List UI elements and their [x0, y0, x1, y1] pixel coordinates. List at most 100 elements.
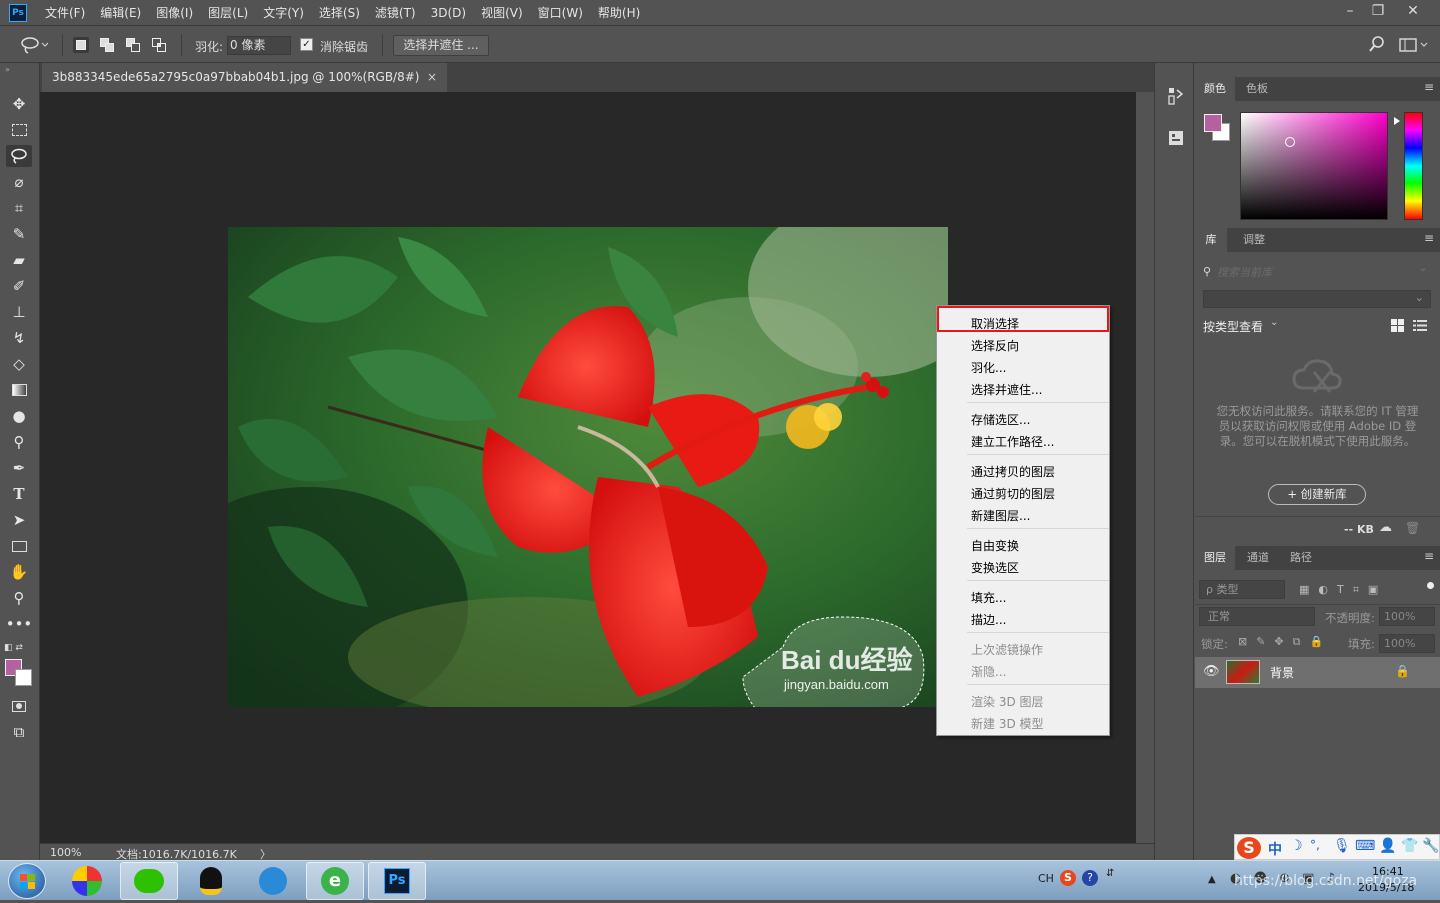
layer-filter-icons[interactable]: ▦◐T⌗▣: [1299, 583, 1387, 597]
more-tools-icon[interactable]: •••: [6, 613, 33, 635]
eraser-tool-icon[interactable]: ◇: [6, 353, 32, 375]
chevron-down-icon[interactable]: ⌄: [1419, 263, 1427, 274]
menu-item-free-transform[interactable]: 自由变换: [971, 537, 1019, 554]
view-by-type-label[interactable]: 按类型查看: [1203, 318, 1263, 335]
menu-item-make-work-path[interactable]: 建立工作路径...: [971, 433, 1054, 450]
intersect-selection-icon[interactable]: [151, 37, 167, 53]
marquee-tool-icon[interactable]: [6, 119, 32, 141]
cloud-sync-icon[interactable]: ☁: [1379, 520, 1392, 535]
qq-icon[interactable]: [182, 862, 240, 900]
menu-item-new-layer[interactable]: 新建图层...: [971, 507, 1030, 524]
layer-row[interactable]: 👁 背景 🔒: [1195, 657, 1440, 688]
menu-help[interactable]: 帮助(H): [598, 4, 640, 21]
language-indicator[interactable]: CH: [1038, 872, 1054, 885]
add-selection-icon[interactable]: [99, 37, 115, 53]
chevron-down-icon[interactable]: ⌄: [1270, 317, 1278, 328]
layer-filter-dropdown[interactable]: ρ 类型: [1199, 580, 1285, 599]
default-colors-icon[interactable]: ◧ ⇄: [4, 643, 23, 653]
tab-channels[interactable]: 通道: [1237, 546, 1279, 570]
wechat-icon[interactable]: [120, 862, 178, 900]
restore-icon[interactable]: ❐: [1361, 0, 1395, 22]
ime-punct-icon[interactable]: °,: [1310, 838, 1320, 852]
tab-adjustments[interactable]: 调整: [1233, 228, 1275, 252]
lock-icon[interactable]: 🔒: [1395, 664, 1410, 678]
menu-select[interactable]: 选择(S): [319, 4, 360, 21]
show-hidden-icons[interactable]: ▲: [1208, 874, 1216, 885]
screen-mode-icon[interactable]: ⧉: [6, 721, 32, 743]
quick-mask-icon[interactable]: [6, 695, 32, 717]
clone-stamp-tool-icon[interactable]: ⊥: [6, 301, 32, 323]
tab-layers[interactable]: 图层: [1195, 546, 1235, 570]
new-selection-icon[interactable]: [73, 37, 89, 53]
antialias-checkbox[interactable]: ✓: [300, 38, 313, 51]
keyboard-icon[interactable]: ⌨: [1355, 838, 1375, 854]
tab-paths[interactable]: 路径: [1281, 546, 1321, 570]
tab-swatches[interactable]: 色板: [1237, 77, 1277, 101]
tab-color[interactable]: 颜色: [1195, 77, 1235, 101]
panel-menu-icon[interactable]: ≡: [1424, 549, 1434, 563]
eye-icon[interactable]: 👁: [1203, 664, 1220, 679]
color-picker-cursor[interactable]: [1285, 137, 1295, 147]
menu-item-save-selection[interactable]: 存储选区...: [971, 411, 1030, 428]
menu-item-deselect[interactable]: 取消选择: [971, 315, 1019, 332]
properties-icon[interactable]: [1168, 129, 1184, 147]
close-icon[interactable]: ✕: [1396, 0, 1430, 22]
color-spectrum[interactable]: [1240, 112, 1388, 220]
ime-halfwidth-icon[interactable]: ☽: [1290, 838, 1303, 854]
move-tool-icon[interactable]: ✥: [6, 93, 32, 115]
filter-toggle-icon[interactable]: [1427, 582, 1434, 589]
photoshop-icon[interactable]: Ps: [368, 862, 426, 900]
close-tab-icon[interactable]: ×: [427, 63, 437, 91]
menu-3d[interactable]: 3D(D): [431, 6, 466, 20]
foreground-color-swatch[interactable]: [1204, 114, 1222, 132]
opacity-input[interactable]: 100%: [1379, 607, 1435, 626]
hue-slider[interactable]: [1404, 112, 1423, 220]
list-view-icon[interactable]: [1413, 319, 1427, 332]
library-dropdown[interactable]: ⌄: [1203, 290, 1431, 308]
sogou-logo-icon[interactable]: S: [1237, 837, 1261, 859]
user-icon[interactable]: 👤: [1379, 838, 1396, 854]
menu-item-stroke[interactable]: 描边...: [971, 611, 1006, 628]
wrench-icon[interactable]: 🔧: [1422, 838, 1439, 854]
menu-item-transform-selection[interactable]: 变换选区: [971, 559, 1019, 576]
vertical-scrollbar[interactable]: [1136, 92, 1154, 843]
menu-image[interactable]: 图像(I): [156, 4, 193, 21]
type-tool-icon[interactable]: T: [6, 483, 32, 505]
menu-window[interactable]: 窗口(W): [538, 4, 583, 21]
mic-icon[interactable]: 🎙: [1333, 838, 1351, 854]
menu-type[interactable]: 文字(Y): [263, 4, 304, 21]
menu-file[interactable]: 文件(F): [45, 4, 85, 21]
menu-item-fill[interactable]: 填充...: [971, 589, 1006, 606]
fill-input[interactable]: 100%: [1379, 634, 1435, 653]
trash-icon[interactable]: 🗑: [1405, 521, 1420, 535]
menu-item-feather[interactable]: 羽化...: [971, 359, 1006, 376]
lock-icons[interactable]: ⊠✎✥⧉🔒: [1238, 635, 1332, 649]
crop-tool-icon[interactable]: ⌗: [6, 197, 32, 219]
menu-edit[interactable]: 编辑(E): [100, 4, 141, 21]
gradient-tool-icon[interactable]: [6, 379, 32, 401]
help-icon[interactable]: ?: [1082, 870, 1098, 886]
tray-options-icon[interactable]: ⇵: [1106, 868, 1114, 879]
tab-libraries[interactable]: 库: [1195, 228, 1227, 252]
panel-menu-icon[interactable]: ≡: [1424, 231, 1434, 245]
document-tab[interactable]: 3b883345ede65a2795c0a97bbab04b1.jpg @ 10…: [42, 63, 447, 92]
search-icon[interactable]: [1369, 36, 1385, 56]
grid-view-icon[interactable]: [1391, 319, 1404, 332]
sogou-tray-icon[interactable]: S: [1060, 870, 1076, 886]
eyedropper-tool-icon[interactable]: ✎: [6, 223, 32, 245]
hand-tool-icon[interactable]: ✋: [6, 561, 32, 583]
layer-name[interactable]: 背景: [1270, 664, 1294, 681]
history-icon[interactable]: [1168, 87, 1184, 105]
history-brush-tool-icon[interactable]: ↯: [6, 327, 32, 349]
pen-tool-icon[interactable]: ✒: [6, 457, 32, 479]
menu-view[interactable]: 视图(V): [481, 4, 523, 21]
select-and-mask-button[interactable]: 选择并遮住 ...: [393, 35, 489, 56]
rectangle-tool-icon[interactable]: [6, 535, 32, 557]
feather-input[interactable]: 0 像素: [227, 36, 291, 55]
start-orb[interactable]: [8, 863, 46, 899]
workspace-icon[interactable]: [1399, 38, 1429, 55]
browser-icon[interactable]: [58, 862, 116, 900]
panel-menu-icon[interactable]: ≡: [1424, 80, 1434, 94]
menu-item-select-inverse[interactable]: 选择反向: [971, 337, 1019, 354]
shirt-icon[interactable]: 👕: [1401, 838, 1418, 854]
